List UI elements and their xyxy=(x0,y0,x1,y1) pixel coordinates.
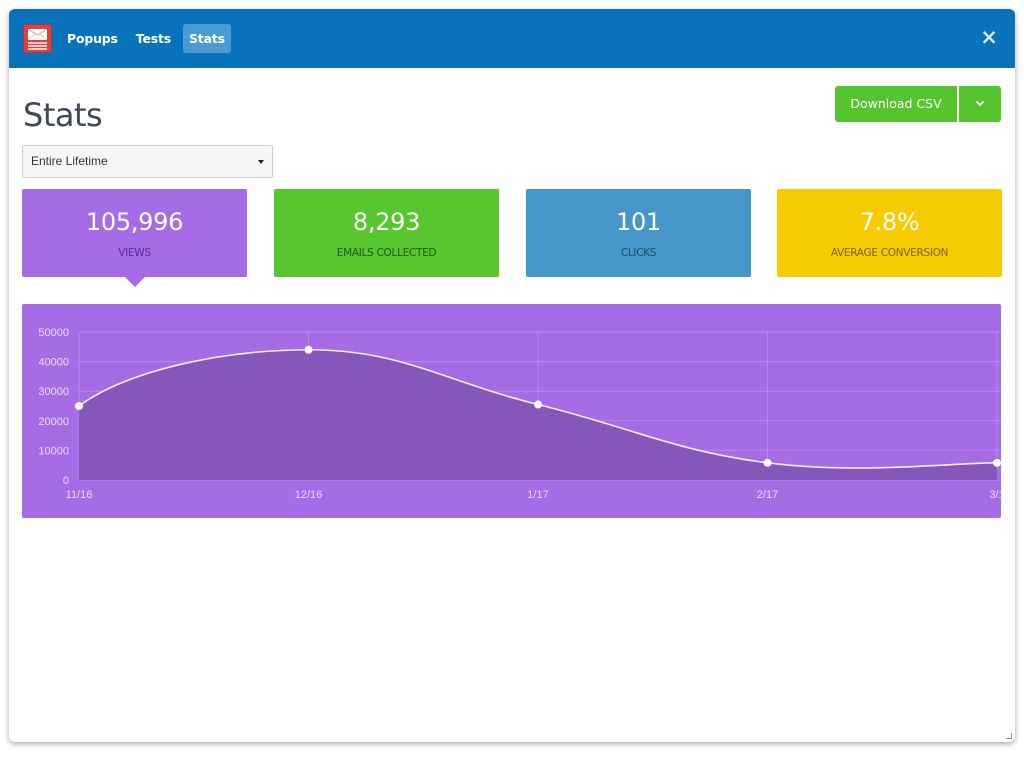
top-nav-bar: Popups Tests Stats × xyxy=(9,9,1015,68)
clicks-label: CLICKS xyxy=(620,247,657,259)
page-title: Stats xyxy=(23,96,103,134)
stat-card-clicks[interactable]: 101 CLICKS xyxy=(526,189,751,277)
data-point xyxy=(75,402,83,410)
data-point xyxy=(993,458,1001,467)
conversion-label: AVERAGE CONVERSION xyxy=(830,247,949,259)
emails-label: EMAILS COLLECTED xyxy=(336,247,437,259)
x-tick-label: 11/16 xyxy=(66,489,93,501)
selected-card-pointer xyxy=(125,277,145,287)
stats-window: Popups Tests Stats × Stats Download CSV … xyxy=(9,9,1015,742)
y-tick-label: 20000 xyxy=(38,416,69,428)
views-chart: 0 10000 20000 30000 40000 50000 11/16 12/16 1/17… xyxy=(22,304,1001,518)
y-tick-label: 40000 xyxy=(38,357,69,369)
stat-card-views[interactable]: 105,996 VIEWS xyxy=(22,189,247,277)
main-nav: Popups Tests Stats xyxy=(61,24,231,53)
date-range-value: Entire Lifetime xyxy=(31,154,108,168)
clicks-value: 101 xyxy=(616,208,661,236)
download-csv-group: Download CSV xyxy=(835,86,1001,122)
x-tick-label: 12/16 xyxy=(295,489,323,501)
date-range-select[interactable]: Entire Lifetime xyxy=(22,145,273,178)
nav-tests[interactable]: Tests xyxy=(130,24,177,53)
chevron-down-icon xyxy=(975,100,985,107)
emails-value: 8,293 xyxy=(352,208,421,236)
y-tick-label: 50000 xyxy=(38,327,69,339)
y-tick-label: 30000 xyxy=(38,386,69,398)
data-point xyxy=(534,400,542,409)
nav-stats[interactable]: Stats xyxy=(183,24,231,53)
nav-popups[interactable]: Popups xyxy=(61,24,124,53)
data-point xyxy=(763,458,772,467)
chart-svg: 0 10000 20000 30000 40000 50000 11/16 12/16 1/17… xyxy=(38,327,1001,501)
stat-card-emails[interactable]: 8,293 EMAILS COLLECTED xyxy=(274,189,499,277)
views-value: 105,996 xyxy=(85,208,184,236)
y-tick-label: 10000 xyxy=(38,445,69,457)
conversion-value: 7.8% xyxy=(859,208,920,236)
stat-card-conversion[interactable]: 7.8% AVERAGE CONVERSION xyxy=(777,189,1002,277)
x-tick-label: 2/17 xyxy=(757,489,778,501)
x-tick-label: 3/1 xyxy=(989,489,1001,501)
y-tick-label: 0 xyxy=(63,475,69,487)
download-options-toggle[interactable] xyxy=(959,86,1001,122)
x-tick-label: 1/17 xyxy=(527,489,548,501)
close-icon[interactable]: × xyxy=(979,27,999,48)
resize-handle[interactable] xyxy=(1006,733,1012,739)
views-label: VIEWS xyxy=(118,247,151,259)
envelope-icon[interactable] xyxy=(23,24,52,53)
download-csv-button[interactable]: Download CSV xyxy=(835,86,957,122)
data-point xyxy=(304,345,313,354)
caret-down-icon xyxy=(258,160,264,164)
